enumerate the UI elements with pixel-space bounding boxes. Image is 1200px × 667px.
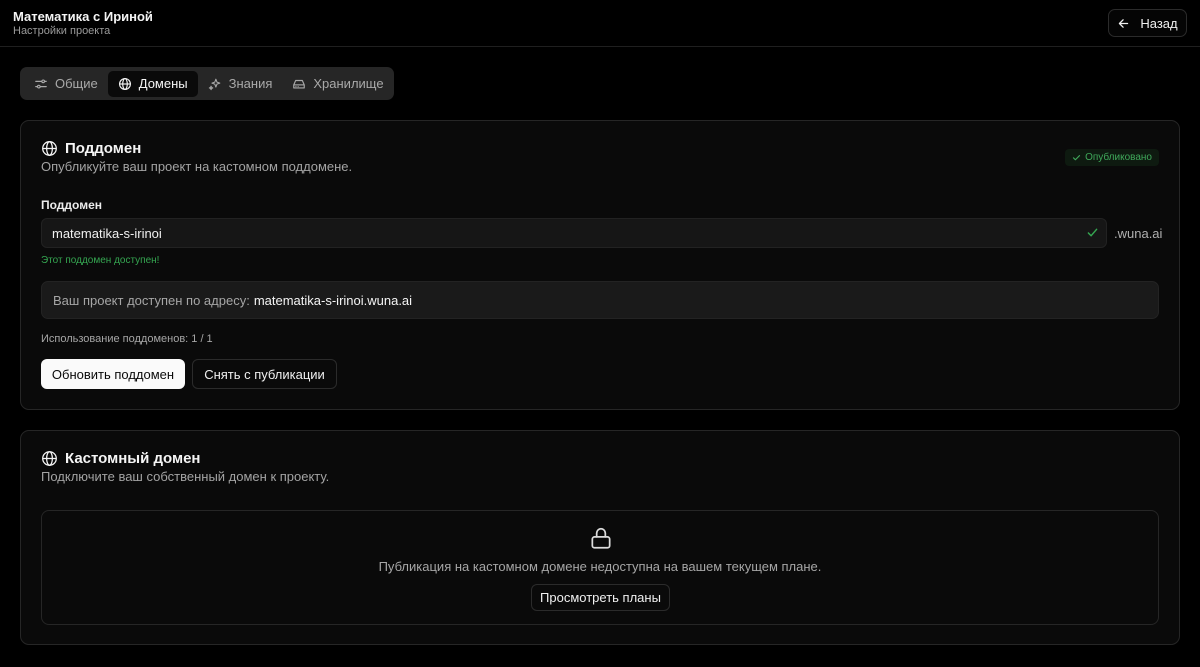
tab-knowledge-label: Знания (228, 76, 273, 91)
check-icon (1072, 155, 1081, 161)
check-icon (1087, 228, 1098, 237)
availability-message: Этот поддомен доступен! (41, 255, 160, 266)
back-button[interactable]: Назад (1108, 9, 1187, 37)
subdomain-input[interactable] (41, 218, 1107, 248)
tab-domains-label: Домены (138, 76, 188, 91)
custom-domain-card: Кастомный домен Подключите ваш собственн… (20, 430, 1180, 645)
status-badge-label: Опубликовано (1085, 152, 1152, 163)
tab-general-label: Общие (55, 76, 98, 91)
subdomain-card-header: Поддомен (41, 140, 141, 157)
top-bar: Математика с Ириной Настройки проекта На… (0, 0, 1200, 47)
back-label: Назад (1140, 15, 1178, 31)
sparkles-icon (208, 78, 220, 90)
custom-domain-card-description: Подключите ваш собственный домен к проек… (41, 469, 330, 484)
globe-icon (42, 141, 57, 156)
subdomain-card: Поддомен Опубликуйте ваш проект на касто… (20, 120, 1180, 410)
subdomain-card-title: Поддомен (65, 140, 142, 157)
unpublish-button[interactable]: Снять с публикации (192, 359, 337, 389)
tab-general[interactable]: Общие (24, 71, 108, 97)
view-plans-button[interactable]: Просмотреть планы (531, 584, 670, 611)
tab-storage-label: Хранилище (313, 76, 384, 91)
subdomain-usage: Использование поддоменов: 1 / 1 (41, 333, 213, 345)
settings-tabs: Общие Домены Знания Хранилище (20, 67, 394, 100)
sliders-icon (35, 78, 47, 89)
arrow-left-icon (1119, 18, 1129, 28)
subdomain-card-description: Опубликуйте ваш проект на кастомном подд… (41, 159, 353, 174)
locked-feature-box: Публикация на кастомном домене недоступн… (41, 510, 1159, 625)
project-url[interactable]: matematika-s-irinoi.wuna.ai (254, 293, 412, 308)
tab-knowledge[interactable]: Знания (198, 71, 283, 97)
update-subdomain-button[interactable]: Обновить поддомен (41, 359, 185, 389)
domain-suffix: .wuna.ai (1114, 226, 1163, 241)
custom-domain-card-title: Кастомный домен (65, 450, 201, 467)
address-label: Ваш проект доступен по адресу: (53, 292, 250, 308)
tab-storage[interactable]: Хранилище (282, 71, 393, 97)
globe-icon (42, 451, 57, 466)
status-badge: Опубликовано (1065, 149, 1159, 166)
project-address-box: Ваш проект доступен по адресу: matematik… (41, 281, 1159, 319)
tab-domains[interactable]: Домены (107, 70, 198, 97)
hard-drive-icon (293, 79, 306, 89)
custom-domain-card-header: Кастомный домен (41, 450, 200, 467)
lock-icon (591, 527, 611, 549)
subdomain-field-label: Поддомен (41, 198, 103, 212)
page-subtitle: Настройки проекта (13, 25, 111, 37)
locked-message: Публикация на кастомном домене недоступн… (378, 559, 822, 574)
globe-icon (118, 77, 131, 90)
project-title: Математика с Ириной (13, 9, 153, 24)
